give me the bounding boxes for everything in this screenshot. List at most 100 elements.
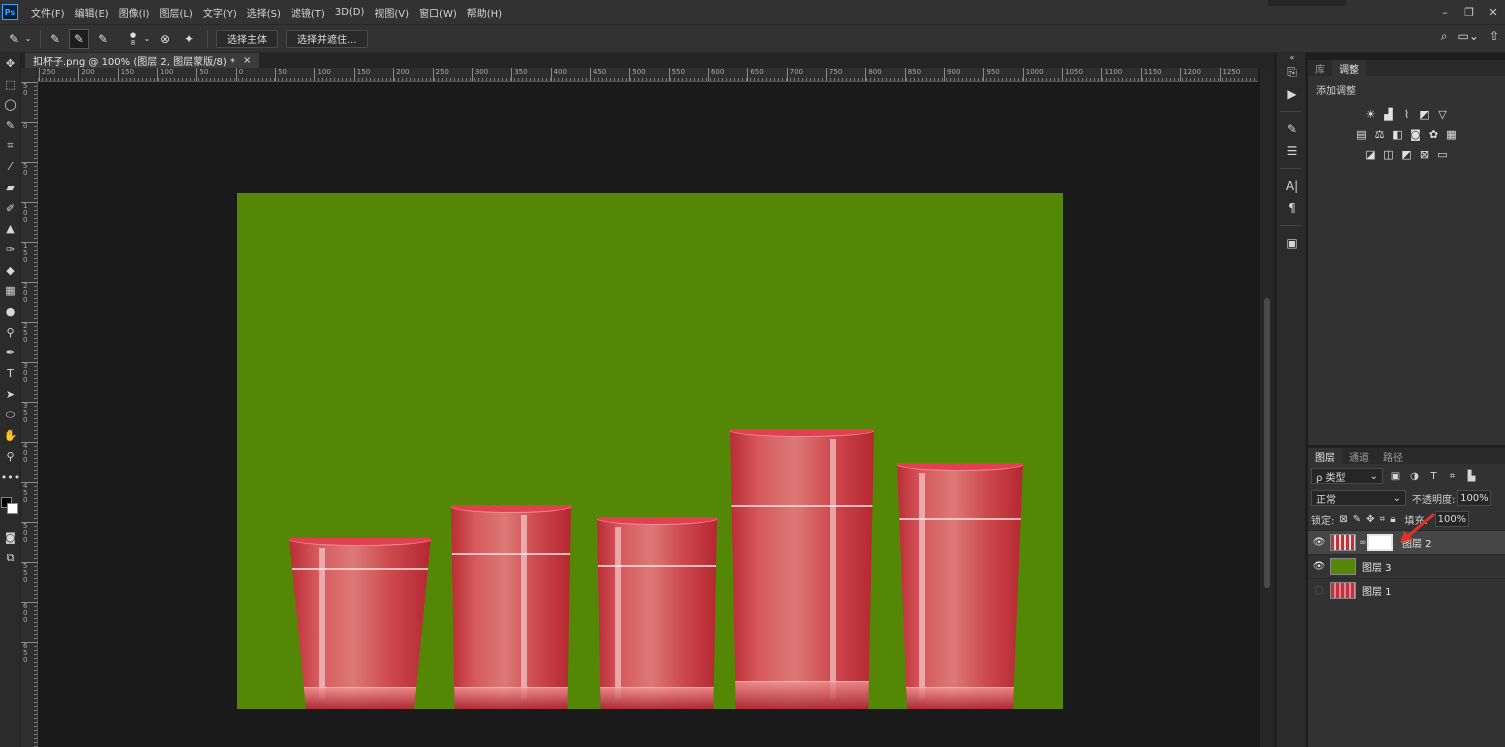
new-selection-icon[interactable]: ✎	[45, 29, 65, 49]
blend-mode-select[interactable]: 正常 ⌄	[1311, 490, 1406, 506]
visibility-off-icon[interactable]: □	[1308, 585, 1330, 596]
tab-paths[interactable]: 路径	[1376, 448, 1410, 464]
pen-tool-icon[interactable]: ✒	[0, 343, 21, 364]
filter-type-icon[interactable]: T	[1427, 471, 1440, 482]
fill-field[interactable]: 100%	[1434, 511, 1469, 527]
sample-all-layers-icon[interactable]: ⊗	[155, 29, 175, 49]
select-subject-button[interactable]: 选择主体	[216, 29, 278, 48]
dodge-tool-icon[interactable]: ⚲	[0, 322, 21, 343]
tab-channels[interactable]: 通道	[1342, 448, 1376, 464]
glyphs-icon[interactable]: ▣	[1277, 232, 1307, 254]
layer-row-layer-1[interactable]: □ 图层 1	[1308, 578, 1505, 602]
menu-file[interactable]: 文件(F)	[26, 5, 70, 20]
more-tools-icon[interactable]: •••	[0, 467, 21, 488]
close-icon[interactable]: ✕	[1481, 6, 1505, 19]
lock-all-icon[interactable]: 🔒︎	[1390, 514, 1395, 525]
select-and-mask-button[interactable]: 选择并遮住...	[286, 29, 368, 48]
ellipse-tool-icon[interactable]: ⬭	[0, 405, 21, 426]
menu-help[interactable]: 帮助(H)	[462, 5, 507, 20]
menu-view[interactable]: 视图(V)	[369, 5, 414, 20]
quick-select-tool-icon[interactable]: ✎	[0, 115, 21, 136]
lock-position-icon[interactable]: ✥	[1366, 514, 1374, 525]
zoom-tool-icon[interactable]: ⚲	[0, 446, 21, 467]
gradient-map-icon[interactable]: ▭	[1436, 147, 1450, 161]
menu-image[interactable]: 图像(I)	[114, 5, 155, 20]
menu-select[interactable]: 选择(S)	[242, 5, 286, 20]
gradient-tool-icon[interactable]: ▦	[0, 281, 21, 302]
menu-3d[interactable]: 3D(D)	[330, 7, 370, 18]
character-icon[interactable]: A|	[1277, 175, 1307, 197]
close-tab-icon[interactable]: ×	[243, 55, 251, 66]
color-lookup-icon[interactable]: ▦	[1445, 127, 1459, 141]
eyedropper-tool-icon[interactable]: ⁄	[0, 156, 21, 177]
menu-layer[interactable]: 图层(L)	[154, 5, 197, 20]
screen-mode-icon[interactable]: ⧉	[0, 548, 21, 569]
opacity-field[interactable]: 100%	[1457, 490, 1492, 506]
brush-tool-icon[interactable]: ✐	[0, 198, 21, 219]
layer-mask-thumbnail[interactable]	[1367, 534, 1393, 551]
share-icon[interactable]: ⇧	[1489, 29, 1499, 44]
paragraph-icon[interactable]: ¶	[1277, 197, 1307, 219]
history-brush-icon[interactable]: ✑	[0, 239, 21, 260]
vibrance-icon[interactable]: ▽	[1436, 107, 1450, 121]
enhance-edge-icon[interactable]: ✦	[179, 29, 199, 49]
blur-tool-icon[interactable]: ●	[0, 301, 21, 322]
color-balance-icon[interactable]: ⚖	[1373, 127, 1387, 141]
levels-icon[interactable]: ▟	[1382, 107, 1396, 121]
document-tab[interactable]: 扣杯子.png @ 100% (图层 2, 图层蒙版/8) * ×	[25, 53, 260, 68]
healing-brush-icon[interactable]: ▰	[0, 177, 21, 198]
brush-size-picker[interactable]: ● 8	[123, 29, 143, 49]
filter-smart-object-icon[interactable]: ▙	[1465, 471, 1478, 482]
invert-icon[interactable]: ◪	[1364, 147, 1378, 161]
menu-window[interactable]: 窗口(W)	[414, 5, 462, 20]
type-tool-icon[interactable]: T	[0, 363, 21, 384]
eraser-tool-icon[interactable]: ◆	[0, 260, 21, 281]
visibility-eye-icon[interactable]: 👁︎	[1308, 537, 1330, 548]
layer-filter-select[interactable]: ρ 类型 ⌄	[1311, 468, 1383, 484]
menu-filter[interactable]: 滤镜(T)	[286, 5, 330, 20]
threshold-icon[interactable]: ◩	[1400, 147, 1414, 161]
minimize-icon[interactable]: –	[1433, 6, 1457, 19]
visibility-eye-icon[interactable]: 👁︎	[1308, 561, 1330, 572]
tab-layers[interactable]: 图层	[1308, 448, 1342, 464]
quick-select-tool-icon[interactable]: ✎	[4, 29, 24, 49]
actions-play-icon[interactable]: ▶	[1277, 83, 1307, 105]
tab-adjustments[interactable]: 调整	[1332, 60, 1366, 76]
brightness-contrast-icon[interactable]: ☀	[1364, 107, 1378, 121]
crop-tool-icon[interactable]: ⌗	[0, 136, 21, 157]
posterize-icon[interactable]: ◫	[1382, 147, 1396, 161]
scrollbar-thumb[interactable]	[1264, 298, 1270, 588]
brush-settings-icon[interactable]: ✎	[1277, 118, 1307, 140]
restore-icon[interactable]: ❐	[1457, 6, 1481, 19]
lock-artboard-icon[interactable]: ⌗	[1380, 514, 1386, 525]
horizontal-ruler[interactable]: 250 200 150 100 50 0 50 100 150 200 250 300 350 400 45…	[38, 68, 1258, 82]
marquee-tool-icon[interactable]: ⬚	[0, 74, 21, 95]
chevron-down-icon[interactable]: ⌄	[24, 29, 32, 49]
filter-pixel-icon[interactable]: ▣	[1389, 471, 1402, 482]
filter-adjustment-icon[interactable]: ◑	[1408, 471, 1421, 482]
color-swatches[interactable]	[0, 487, 21, 527]
search-icon[interactable]: ⌕	[1441, 29, 1448, 44]
history-icon[interactable]: ⎘	[1277, 61, 1307, 83]
tab-libraries[interactable]: 库	[1308, 60, 1332, 76]
exposure-icon[interactable]: ◩	[1418, 107, 1432, 121]
ruler-origin[interactable]	[21, 68, 38, 82]
menu-type[interactable]: 文字(Y)	[198, 5, 242, 20]
clone-stamp-icon[interactable]: ▲	[0, 219, 21, 240]
quick-mask-icon[interactable]: ◙	[0, 527, 21, 548]
black-white-icon[interactable]: ◧	[1391, 127, 1405, 141]
hue-saturation-icon[interactable]: ▤	[1355, 127, 1369, 141]
layer-row-layer-3[interactable]: 👁︎ 图层 3	[1308, 554, 1505, 578]
background-color-swatch[interactable]	[7, 503, 18, 515]
filter-shape-icon[interactable]: ⌗	[1446, 471, 1459, 482]
vertical-ruler[interactable]: 50 0 50 100 150 200 250 300 350 400 450 500 550 600 65…	[21, 82, 38, 747]
workspace-icon[interactable]: ▭⌄	[1458, 29, 1479, 44]
photo-filter-icon[interactable]: ◙	[1409, 127, 1423, 141]
move-tool-icon[interactable]: ✥	[0, 53, 21, 74]
path-select-icon[interactable]: ➤	[0, 384, 21, 405]
properties-icon[interactable]: ☰	[1277, 140, 1307, 162]
menu-edit[interactable]: 编辑(E)	[70, 5, 114, 20]
hand-tool-icon[interactable]: ✋	[0, 425, 21, 446]
selective-color-icon[interactable]: ⊠	[1418, 147, 1432, 161]
lock-image-icon[interactable]: ✎	[1353, 514, 1361, 525]
